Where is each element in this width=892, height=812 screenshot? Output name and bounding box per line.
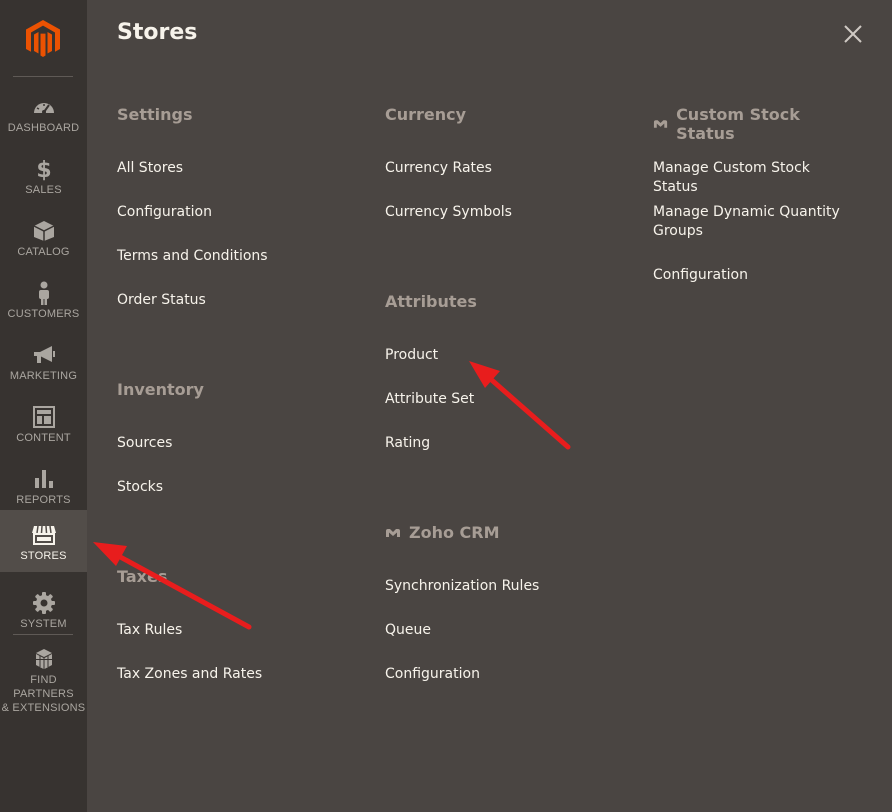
sidebar-item-customers[interactable]: CUSTOMERS — [0, 274, 87, 336]
sidebar-item-label: CUSTOMERS — [7, 308, 80, 320]
inventory-group-title: Inventory — [117, 380, 204, 399]
sidebar-item-label: SALES — [25, 184, 62, 196]
gear-icon — [31, 590, 57, 616]
sidebar-item-label: MARKETING — [9, 370, 78, 382]
menu-link-stocks[interactable]: Stocks — [117, 478, 163, 497]
attributes-group-title: Attributes — [385, 292, 477, 311]
person-icon — [31, 280, 57, 306]
menu-link-order-status[interactable]: Order Status — [117, 291, 206, 310]
sidebar-item-marketing[interactable]: MARKETING — [0, 336, 87, 398]
sidebar-item-label: REPORTS — [16, 494, 71, 506]
storefront-icon — [31, 522, 57, 548]
menu-link-zoho-configuration[interactable]: Configuration — [385, 665, 480, 684]
menu-link-terms-and-conditions[interactable]: Terms and Conditions — [117, 247, 268, 266]
sidebar-item-label: STORES — [20, 550, 67, 562]
custom-stock-status-group-title: Custom Stock Status — [653, 105, 853, 143]
sidebar-item-catalog[interactable]: CATALOG — [0, 212, 87, 274]
menu-link-manage-custom-stock-status[interactable]: Manage Custom Stock Status — [653, 159, 853, 197]
sidebar-item-label: CATALOG — [17, 246, 70, 258]
taxes-group-title: Taxes — [117, 567, 168, 586]
blocks-icon — [31, 646, 57, 672]
sidebar-item-system[interactable]: SYSTEM — [0, 584, 87, 646]
stores-menu-panel: Stores Settings All Stores Configuration… — [87, 0, 892, 812]
svg-text:$: $ — [36, 158, 51, 181]
extension-vendor-icon — [386, 528, 400, 537]
dashboard-icon — [31, 94, 57, 120]
sidebar-divider — [13, 76, 73, 77]
sidebar-item-label: SYSTEM — [20, 618, 67, 630]
magento-logo-icon[interactable] — [24, 19, 62, 59]
menu-link-queue[interactable]: Queue — [385, 621, 431, 640]
menu-link-product[interactable]: Product — [385, 346, 438, 365]
menu-link-currency-symbols[interactable]: Currency Symbols — [385, 203, 512, 222]
menu-link-attribute-set[interactable]: Attribute Set — [385, 390, 474, 409]
menu-link-custom-stock-configuration[interactable]: Configuration — [653, 266, 853, 285]
zoho-crm-group-title: Zoho CRM — [385, 523, 500, 542]
currency-group-title: Currency — [385, 105, 467, 124]
layout-icon — [31, 404, 57, 430]
admin-sidebar: DASHBOARD $ SALES CATALOG CUSTOMERS MARK… — [0, 0, 87, 812]
close-icon[interactable] — [841, 22, 865, 46]
menu-link-sources[interactable]: Sources — [117, 434, 172, 453]
sidebar-item-label: DASHBOARD — [7, 122, 80, 134]
menu-link-configuration[interactable]: Configuration — [117, 203, 212, 222]
menu-link-rating[interactable]: Rating — [385, 434, 430, 453]
settings-group-title: Settings — [117, 105, 193, 124]
extension-vendor-icon — [653, 120, 668, 128]
menu-link-synchronization-rules[interactable]: Synchronization Rules — [385, 577, 539, 596]
megaphone-icon — [31, 342, 57, 368]
dollar-icon: $ — [31, 156, 57, 182]
menu-link-tax-zones-and-rates[interactable]: Tax Zones and Rates — [117, 665, 262, 684]
bar-chart-icon — [31, 466, 57, 492]
sidebar-item-find-partners[interactable]: FIND PARTNERS & EXTENSIONS — [0, 640, 87, 718]
menu-link-tax-rules[interactable]: Tax Rules — [117, 621, 182, 640]
menu-link-all-stores[interactable]: All Stores — [117, 159, 183, 178]
sidebar-item-content[interactable]: CONTENT — [0, 398, 87, 460]
sidebar-divider — [13, 634, 73, 635]
sidebar-item-label: FIND PARTNERS & EXTENSIONS — [1, 674, 86, 714]
page-title: Stores — [117, 20, 198, 45]
sidebar-item-stores[interactable]: STORES — [0, 510, 87, 572]
menu-link-manage-dynamic-quantity-groups[interactable]: Manage Dynamic Quantity Groups — [653, 203, 853, 241]
sidebar-item-dashboard[interactable]: DASHBOARD — [0, 88, 87, 150]
box-icon — [31, 218, 57, 244]
sidebar-item-label: CONTENT — [16, 432, 71, 444]
menu-link-currency-rates[interactable]: Currency Rates — [385, 159, 492, 178]
sidebar-item-sales[interactable]: $ SALES — [0, 150, 87, 212]
